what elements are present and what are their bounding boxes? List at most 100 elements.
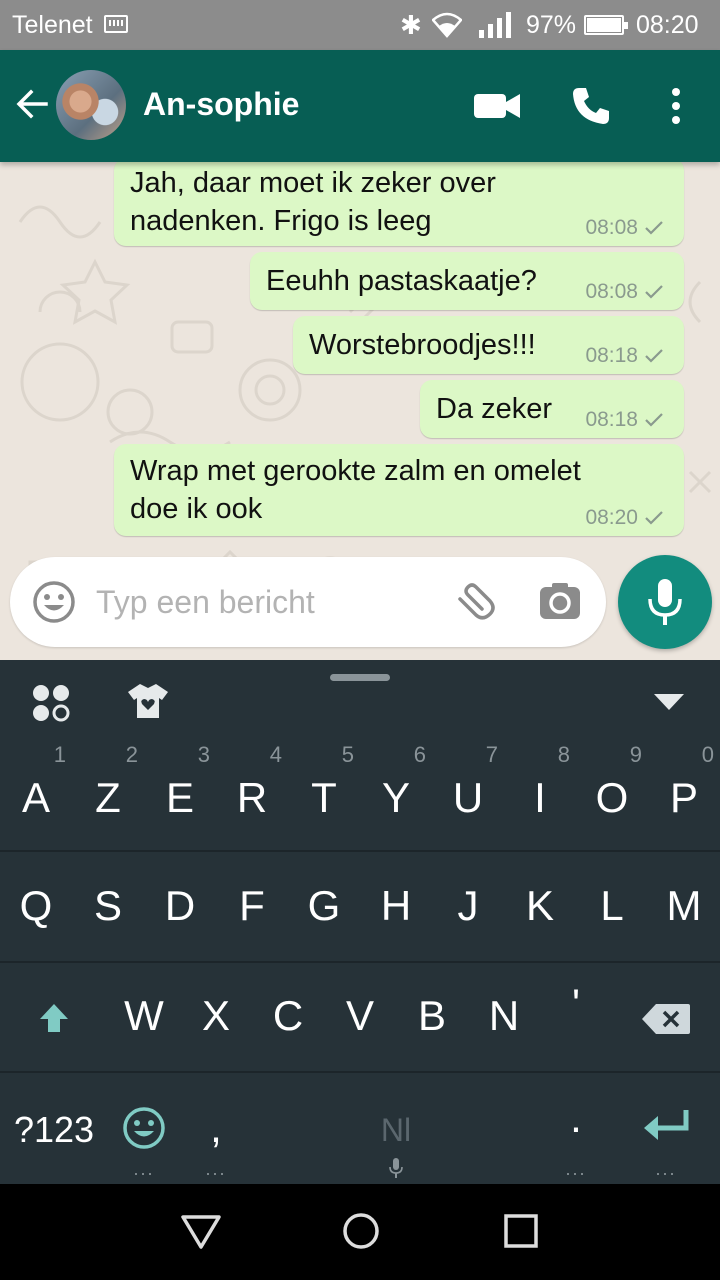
message-meta: 08:20: [585, 506, 664, 530]
key[interactable]: D: [144, 852, 216, 962]
theme-shirt-icon[interactable]: [128, 682, 168, 720]
message-input[interactable]: [96, 579, 426, 625]
sent-tick-icon: [645, 285, 663, 299]
key[interactable]: 1A: [0, 740, 72, 850]
key-hint: 4: [269, 742, 282, 767]
nav-recents-icon[interactable]: [504, 1214, 538, 1248]
key[interactable]: M: [648, 852, 720, 962]
message-meta: 08:18: [585, 408, 664, 432]
emoji-icon[interactable]: [32, 580, 76, 624]
key[interactable]: 5T: [288, 740, 360, 850]
keyboard-drag-handle[interactable]: [330, 674, 390, 681]
message-bubble[interactable]: Da zeker 08:18: [420, 380, 684, 438]
key-more-dots: ...: [205, 1159, 227, 1179]
key[interactable]: J: [432, 852, 504, 962]
sent-tick-icon: [645, 511, 663, 525]
nav-home-icon[interactable]: [342, 1212, 380, 1250]
key[interactable]: X: [180, 962, 252, 1072]
shift-key[interactable]: [0, 962, 108, 1072]
shift-icon: [40, 1004, 68, 1032]
key[interactable]: F: [216, 852, 288, 962]
more-vert-icon[interactable]: [664, 86, 688, 126]
key-label: W: [124, 992, 164, 1039]
contact-name[interactable]: An-sophie: [143, 86, 299, 123]
key[interactable]: 3E: [144, 740, 216, 850]
nav-back-icon[interactable]: [180, 1214, 222, 1250]
backspace-key[interactable]: [612, 962, 720, 1072]
key[interactable]: 0P: [648, 740, 720, 850]
key-label: H: [380, 882, 412, 929]
message-time: 08:08: [585, 280, 638, 303]
key[interactable]: 6Y: [360, 740, 432, 850]
key-label: ,: [210, 1104, 222, 1151]
attach-icon[interactable]: [452, 581, 496, 625]
key[interactable]: H: [360, 852, 432, 962]
key-label: Q: [19, 882, 53, 929]
key[interactable]: C: [252, 962, 324, 1072]
message-meta: 08:08: [585, 216, 664, 240]
message-bubble[interactable]: Wrap met gerookte zalm en omelet doe ik …: [114, 444, 684, 536]
message-bubble[interactable]: Eeuhh pastaskaatje? 08:08: [250, 252, 684, 310]
key-label: G: [307, 882, 341, 929]
back-arrow-icon[interactable]: [14, 86, 50, 122]
video-call-icon[interactable]: [474, 92, 520, 120]
symbols-key[interactable]: ?123: [0, 1072, 108, 1182]
key-hint: 0: [701, 742, 714, 767]
chat-header: An-sophie: [0, 50, 720, 162]
key[interactable]: S: [72, 852, 144, 962]
system-navigation-bar: [0, 1184, 720, 1280]
key[interactable]: ': [540, 962, 612, 1072]
key[interactable]: Q: [0, 852, 72, 962]
sent-tick-icon: [645, 413, 663, 427]
key[interactable]: N: [468, 962, 540, 1072]
message-composer[interactable]: [10, 557, 606, 647]
keyboard-apps-icon[interactable]: [32, 684, 70, 722]
key[interactable]: 2Z: [72, 740, 144, 850]
key[interactable]: K: [504, 852, 576, 962]
carrier-label: Telenet: [12, 11, 93, 39]
key[interactable]: 8I: [504, 740, 576, 850]
phone-icon[interactable]: [571, 86, 611, 126]
key[interactable]: W: [108, 962, 180, 1072]
keyboard-row-1: 1A 2Z 3E 4R 5T 6Y 7U 8I 9O 0P: [0, 740, 720, 850]
sent-tick-icon: [645, 349, 663, 363]
enter-icon: [644, 1110, 689, 1140]
key-label: M: [666, 882, 702, 929]
keyboard: 1A 2Z 3E 4R 5T 6Y 7U 8I 9O 0P Q S D F G …: [0, 660, 720, 1184]
status-bar: Telenet ✱ 97% 08:20: [0, 0, 720, 50]
key-label: N: [488, 992, 520, 1039]
emoji-key[interactable]: ...: [108, 1072, 180, 1182]
message-meta: 08:18: [585, 344, 664, 368]
enter-key[interactable]: ...: [612, 1072, 720, 1182]
emoji-icon: [123, 1107, 165, 1149]
key[interactable]: B: [396, 962, 468, 1072]
period-key[interactable]: ....: [540, 1072, 612, 1182]
language-label: Nl: [380, 1112, 412, 1148]
message-time: 08:18: [585, 344, 638, 367]
message-bubble[interactable]: Worstebroodjes!!! 08:18: [293, 316, 684, 374]
message-bubble[interactable]: Jah, daar moet ik zeker over nadenken. F…: [114, 162, 684, 246]
spacebar-key[interactable]: Nl: [252, 1072, 540, 1182]
key-label: V: [345, 992, 374, 1039]
key-hint: 5: [341, 742, 354, 767]
key[interactable]: V: [324, 962, 396, 1072]
key-label: J: [457, 882, 479, 929]
key-hint: 8: [557, 742, 570, 767]
avatar[interactable]: [56, 70, 126, 140]
key-more-dots: ...: [655, 1159, 677, 1179]
key-hint: 1: [53, 742, 66, 767]
camera-icon[interactable]: [540, 583, 580, 621]
key-hint: 2: [125, 742, 138, 767]
comma-key[interactable]: ,...: [180, 1072, 252, 1182]
keyboard-row-2: Q S D F G H J K L M: [0, 852, 720, 962]
key[interactable]: 7U: [432, 740, 504, 850]
key[interactable]: 9O: [576, 740, 648, 850]
key[interactable]: 4R: [216, 740, 288, 850]
key-label: U: [452, 774, 484, 821]
message-time: 08:18: [585, 408, 638, 431]
hide-keyboard-icon[interactable]: [652, 692, 686, 712]
key[interactable]: G: [288, 852, 360, 962]
voice-record-button[interactable]: [618, 555, 712, 649]
key-hint: 3: [197, 742, 210, 767]
key[interactable]: L: [576, 852, 648, 962]
